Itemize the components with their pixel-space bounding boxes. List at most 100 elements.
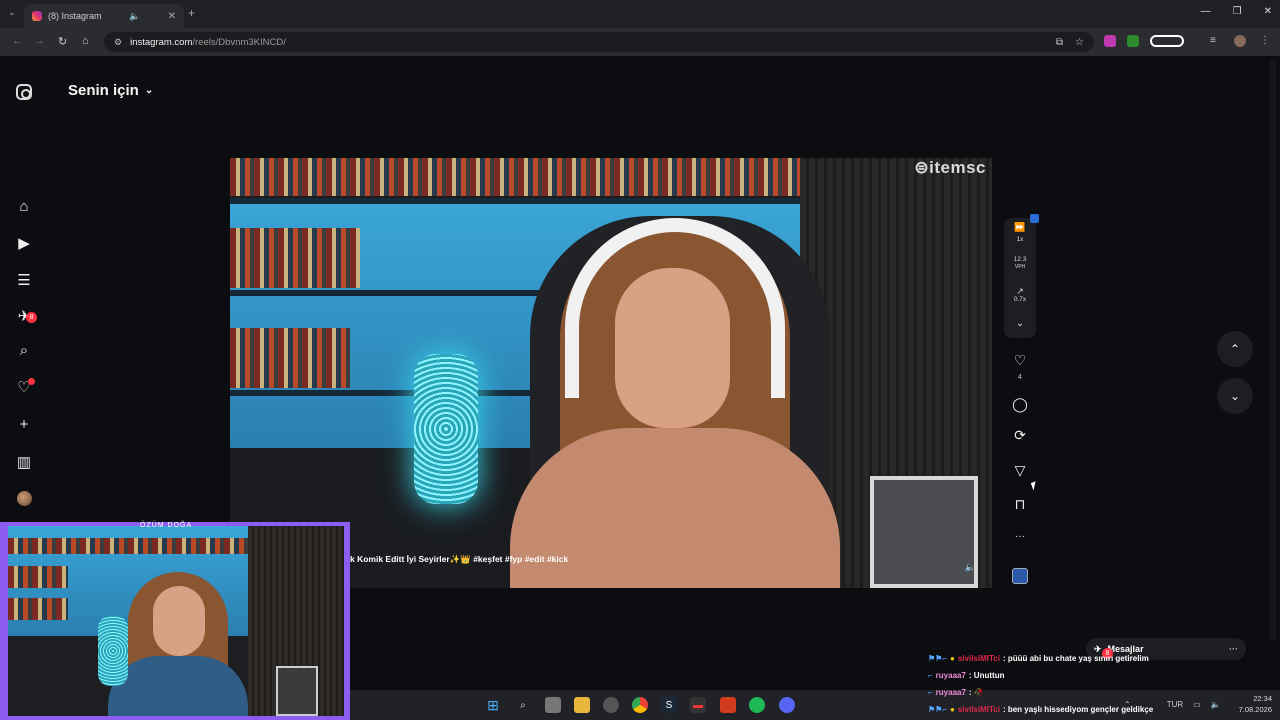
books xyxy=(230,228,360,288)
tab-list-icon[interactable]: ⌄ xyxy=(8,7,16,18)
brave-icon[interactable] xyxy=(720,697,736,713)
chat-username: ruyaaa7 xyxy=(935,688,966,697)
install-app-icon[interactable]: ⧉ xyxy=(1056,37,1063,48)
extension-icon[interactable] xyxy=(1104,35,1116,47)
browser-menu-icon[interactable]: ⋮ xyxy=(1260,35,1272,47)
spotify-icon[interactable] xyxy=(749,697,765,713)
previous-reel-button[interactable]: ⌃ xyxy=(1217,331,1253,367)
save-icon[interactable]: ⊓ xyxy=(1010,496,1030,513)
like-icon[interactable]: ♡ xyxy=(1010,352,1030,369)
forward-icon[interactable]: → xyxy=(34,35,45,47)
file-explorer-icon[interactable] xyxy=(574,697,590,713)
system-clock[interactable]: 22:34 7.08.2026 xyxy=(1239,693,1272,715)
instagram-logo-icon[interactable] xyxy=(16,84,32,100)
webcam-feed xyxy=(8,526,344,716)
repost-icon[interactable]: ⟳ xyxy=(1010,427,1030,444)
instagram-favicon-icon xyxy=(32,11,42,21)
windows-start-icon[interactable]: ⊞ xyxy=(485,697,501,713)
chat-badge-icon: ⚑⚑⌐ xyxy=(928,654,948,663)
window-controls: — ❐ ✕ xyxy=(1201,6,1272,17)
dashboard-icon[interactable]: ▥ xyxy=(14,452,34,472)
microphone xyxy=(414,354,478,504)
chat-username: ruyaaa7 xyxy=(935,671,966,680)
more-icon[interactable]: ··· xyxy=(1229,644,1238,654)
profile-avatar[interactable] xyxy=(17,491,32,506)
chat-badge-icon: ● xyxy=(950,654,955,663)
notification-dot xyxy=(28,378,35,385)
chat-text: : ben yaşlı hissediyom gençler geldikçe xyxy=(1002,705,1154,714)
more-icon[interactable]: ··· xyxy=(1010,531,1030,542)
books xyxy=(230,328,350,388)
next-reel-button[interactable]: ⌄ xyxy=(1217,378,1253,414)
search-icon[interactable]: ⌕ xyxy=(14,340,34,360)
clock-date: 7.08.2026 xyxy=(1238,705,1272,714)
new-tab-button[interactable]: + xyxy=(188,6,195,20)
direct-badge: 8 xyxy=(26,312,37,323)
url-host: instagram.com xyxy=(130,36,193,48)
chevron-down-icon[interactable]: ⌄ xyxy=(1004,318,1036,329)
browser-tab-bar: ⌄ (8) Instagram 🔈 ✕ + — ❐ ✕ xyxy=(0,0,1280,28)
minimize-button[interactable]: — xyxy=(1201,6,1211,17)
chat-badge-icon: ⌐ xyxy=(928,671,933,680)
app-icon[interactable]: ▬ xyxy=(690,697,706,713)
books xyxy=(8,538,248,554)
app-icon[interactable] xyxy=(603,697,619,713)
speaker-icon[interactable]: 🔈 xyxy=(129,11,140,22)
reading-list-icon[interactable]: ≡ xyxy=(1210,35,1222,47)
link-extension-icon[interactable] xyxy=(1150,35,1184,47)
chat-text: : püüü abi bu chate yaş sınırı getirelim xyxy=(1002,654,1149,663)
chat-message: ⌐ ruyaaa7 : 🥀 xyxy=(928,688,984,697)
audio-thumbnail[interactable] xyxy=(1012,568,1028,584)
chat-username: sivilsiMITci xyxy=(957,705,1000,714)
address-bar[interactable]: ⚙ instagram.com/reels/Dbvnm3KINCD/ ⧉ ☆ xyxy=(104,32,1094,52)
streamer-face xyxy=(153,586,205,656)
chat-badge-icon: ⚑⚑⌐ xyxy=(928,705,948,714)
create-icon[interactable]: + xyxy=(14,414,34,434)
webcam-overlay xyxy=(0,522,350,720)
scrollbar[interactable] xyxy=(1270,60,1276,640)
reload-icon[interactable]: ↻ xyxy=(58,35,67,48)
feed-list-icon[interactable]: ☰ xyxy=(14,270,34,290)
volume-icon[interactable]: 🔈 xyxy=(1211,700,1221,709)
tab-instagram[interactable]: (8) Instagram 🔈 ✕ xyxy=(24,4,184,28)
reel-caption[interactable]: k Komik Editt İyi Seyirler✨👑 #keşfet #fy… xyxy=(350,554,568,565)
language-indicator[interactable]: TUR xyxy=(1167,700,1183,709)
discord-icon[interactable] xyxy=(779,697,795,713)
close-tab-icon[interactable]: ✕ xyxy=(168,11,176,22)
volume-icon[interactable]: 🔈 xyxy=(965,562,976,573)
direct-icon: ✈ xyxy=(1094,643,1102,654)
bookmark-star-icon[interactable]: ☆ xyxy=(1075,37,1084,48)
vph-value: 12.3 xyxy=(1013,256,1027,263)
task-view-icon[interactable] xyxy=(545,697,561,713)
search-icon[interactable]: ⌕ xyxy=(515,697,531,713)
home-icon[interactable]: ⌂ xyxy=(14,196,34,216)
chat-username: sivilsiMITci xyxy=(957,654,1000,663)
astronaut-poster xyxy=(276,666,318,716)
share-icon[interactable]: ▽ xyxy=(1010,462,1030,479)
extension-icon[interactable] xyxy=(1127,35,1139,47)
vph-label: VPH xyxy=(1014,264,1026,270)
back-icon[interactable]: ← xyxy=(12,35,23,47)
microphone xyxy=(98,616,128,686)
shelf-divider xyxy=(230,198,800,204)
tab-title: (8) Instagram xyxy=(48,11,102,21)
fast-forward-icon[interactable]: ⏩ xyxy=(1004,222,1036,233)
reels-icon[interactable]: ▶ xyxy=(14,233,34,253)
chevron-down-icon: ⌄ xyxy=(1229,389,1241,403)
profile-avatar[interactable] xyxy=(1234,35,1246,47)
url-path: /reels/Dbvnm3KINCD/ xyxy=(192,36,286,48)
chrome-icon[interactable] xyxy=(632,697,648,713)
speed-control-panel: ⏩ 1x 12.3 VPH ↗ 0.7x ⌄ xyxy=(1004,218,1036,338)
maximize-button[interactable]: ❐ xyxy=(1233,6,1242,17)
speed-value[interactable]: 1x xyxy=(1004,236,1036,243)
network-icon[interactable]: ▭ xyxy=(1193,700,1201,709)
close-window-button[interactable]: ✕ xyxy=(1264,6,1272,17)
site-info-icon[interactable]: ⚙ xyxy=(114,37,122,48)
steam-icon[interactable]: S xyxy=(661,697,677,713)
feed-selector[interactable]: Senin için ⌄ xyxy=(68,82,153,99)
comment-icon[interactable]: ◯ xyxy=(1010,396,1030,413)
like-count: 4 xyxy=(1018,374,1022,381)
streamer-shirt xyxy=(108,656,248,716)
home-browser-icon[interactable]: ⌂ xyxy=(82,35,89,47)
ratio-value: 0.7x xyxy=(1013,296,1027,303)
